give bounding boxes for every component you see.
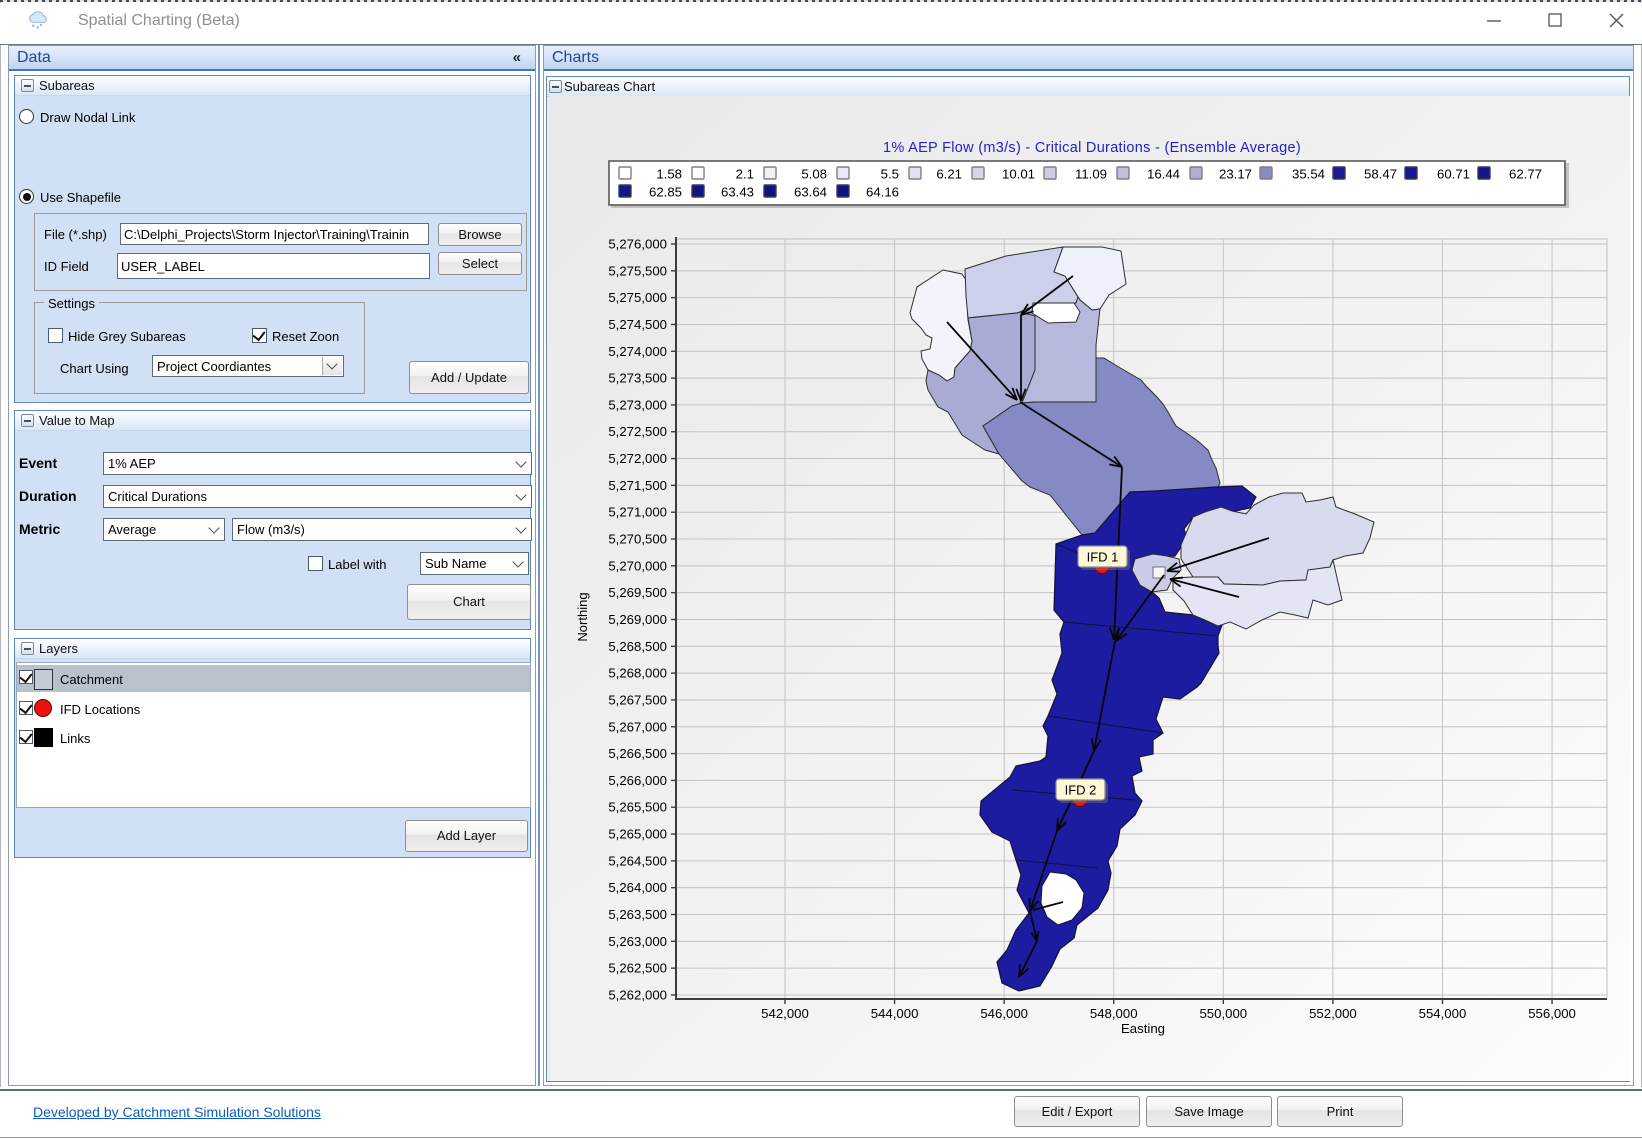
svg-text:5,273,000: 5,273,000 — [608, 397, 667, 412]
svg-text:5,269,500: 5,269,500 — [608, 585, 667, 600]
svg-text:5,269,000: 5,269,000 — [608, 612, 667, 627]
svg-text:546,000: 546,000 — [980, 1006, 1028, 1021]
svg-text:5,265,000: 5,265,000 — [608, 827, 667, 842]
svg-text:5,268,500: 5,268,500 — [608, 639, 667, 654]
svg-text:5,266,000: 5,266,000 — [608, 773, 667, 788]
svg-text:5,272,500: 5,272,500 — [608, 424, 667, 439]
svg-text:62.85: 62.85 — [649, 185, 682, 200]
svg-text:16.44: 16.44 — [1147, 167, 1180, 182]
svg-text:5,275,000: 5,275,000 — [608, 290, 667, 305]
svg-text:58.47: 58.47 — [1364, 167, 1397, 182]
svg-text:544,000: 544,000 — [871, 1006, 919, 1021]
svg-text:62.77: 62.77 — [1509, 167, 1542, 182]
svg-text:5.08: 5.08 — [801, 167, 827, 182]
svg-text:556,000: 556,000 — [1528, 1006, 1576, 1021]
svg-text:63.64: 63.64 — [794, 185, 827, 200]
svg-text:5,262,000: 5,262,000 — [608, 987, 667, 1002]
svg-text:5,271,000: 5,271,000 — [608, 505, 667, 520]
svg-text:5,264,000: 5,264,000 — [608, 880, 667, 895]
svg-text:5,265,500: 5,265,500 — [608, 800, 667, 815]
svg-text:IFD 2: IFD 2 — [1065, 783, 1097, 798]
svg-text:Easting: Easting — [1121, 1021, 1165, 1036]
svg-text:5,270,000: 5,270,000 — [608, 558, 667, 573]
svg-text:542,000: 542,000 — [761, 1006, 809, 1021]
svg-text:552,000: 552,000 — [1309, 1006, 1357, 1021]
svg-text:60.71: 60.71 — [1437, 167, 1470, 182]
svg-text:5,264,500: 5,264,500 — [608, 853, 667, 868]
svg-text:23.17: 23.17 — [1219, 167, 1252, 182]
svg-text:5,267,000: 5,267,000 — [608, 719, 667, 734]
svg-text:10.01: 10.01 — [1002, 167, 1035, 182]
svg-text:5,268,000: 5,268,000 — [608, 666, 667, 681]
svg-text:Northing: Northing — [575, 592, 590, 641]
svg-text:5,271,500: 5,271,500 — [608, 478, 667, 493]
svg-text:5.5: 5.5 — [881, 167, 899, 182]
svg-text:548,000: 548,000 — [1090, 1006, 1138, 1021]
svg-text:5,263,000: 5,263,000 — [608, 934, 667, 949]
svg-text:2.1: 2.1 — [736, 167, 754, 182]
svg-text:5,263,500: 5,263,500 — [608, 907, 667, 922]
svg-text:5,273,500: 5,273,500 — [608, 371, 667, 386]
svg-text:550,000: 550,000 — [1199, 1006, 1247, 1021]
svg-text:35.54: 35.54 — [1292, 167, 1325, 182]
svg-text:5,270,500: 5,270,500 — [608, 532, 667, 547]
svg-text:5,272,000: 5,272,000 — [608, 451, 667, 466]
svg-text:6.21: 6.21 — [936, 167, 962, 182]
svg-text:64.16: 64.16 — [866, 185, 899, 200]
svg-text:5,266,500: 5,266,500 — [608, 746, 667, 761]
svg-text:5,275,500: 5,275,500 — [608, 263, 667, 278]
svg-text:5,276,000: 5,276,000 — [608, 237, 667, 252]
svg-text:5,262,500: 5,262,500 — [608, 961, 667, 976]
svg-text:1% AEP Flow (m3/s) - Critic: 1% AEP Flow (m3/s) - Critical Durations … — [883, 140, 1301, 156]
svg-text:11.09: 11.09 — [1075, 167, 1107, 182]
svg-text:IFD 1: IFD 1 — [1087, 550, 1119, 565]
svg-text:5,274,000: 5,274,000 — [608, 344, 667, 359]
svg-text:63.43: 63.43 — [721, 185, 754, 200]
svg-text:5,274,500: 5,274,500 — [608, 317, 667, 332]
svg-text:1.58: 1.58 — [656, 167, 682, 182]
svg-text:554,000: 554,000 — [1419, 1006, 1467, 1021]
svg-text:5,267,500: 5,267,500 — [608, 692, 667, 707]
